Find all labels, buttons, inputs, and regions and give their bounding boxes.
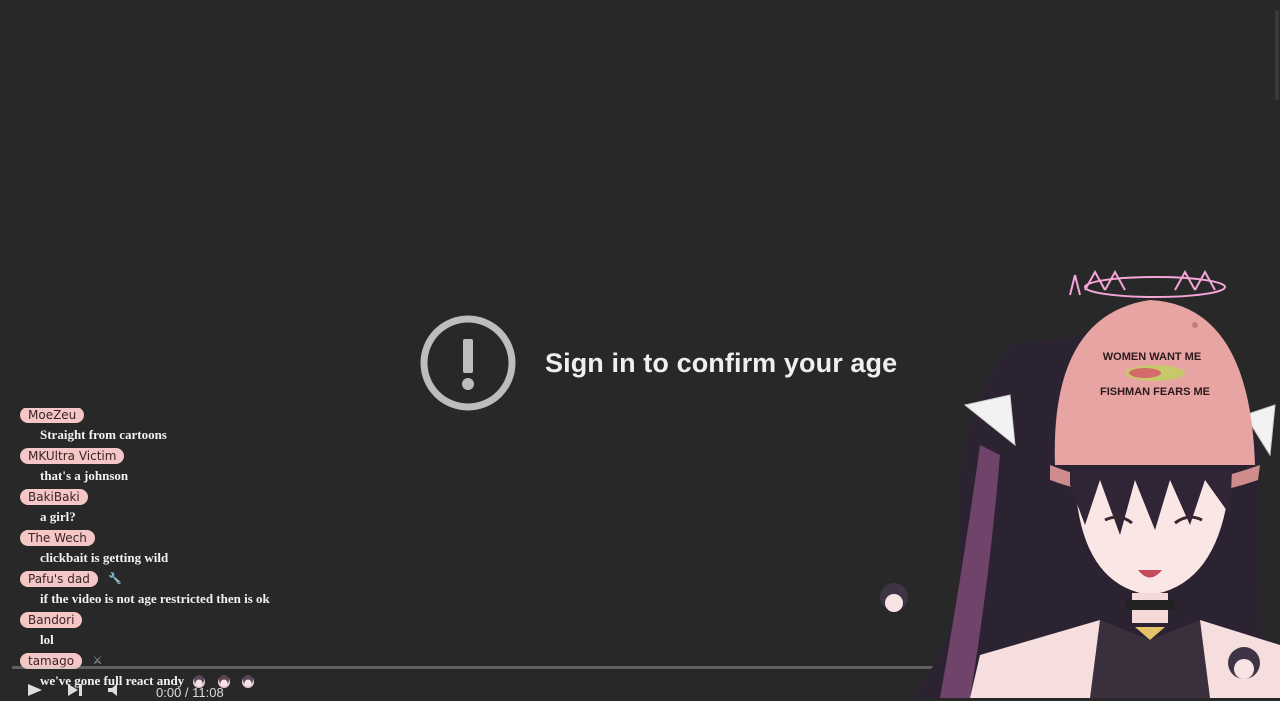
progress-bar[interactable] [12, 666, 1012, 669]
cap-text-line1: WOMEN WANT ME [1103, 351, 1201, 363]
video-player[interactable]: Sign in to confirm your age MoeZeu Strai… [0, 0, 1280, 701]
time-display: 0:00 / 11:08 [156, 684, 224, 700]
chat-author: MoeZeu [20, 408, 85, 423]
chat-message: Bandori lol [20, 611, 83, 648]
age-restriction-notice: Sign in to confirm your age [420, 315, 897, 411]
chat-message: MKUltra Victim that's a johnson [20, 447, 128, 484]
chat-message: Pafu's dad 🔧 if the video is not age res… [20, 570, 270, 607]
chat-text: Straight from cartoons [40, 427, 167, 442]
chat-author: MKUltra Victim [20, 448, 125, 464]
exclamation-circle-icon [420, 315, 516, 411]
chat-author: The Wech [20, 530, 95, 546]
chat-text: clickbait is getting wild [40, 550, 169, 565]
scrollbar[interactable] [1275, 10, 1279, 100]
chat-text: that's a johnson [40, 468, 129, 483]
chat-text: lol [40, 632, 54, 647]
chat-author: Bandori [20, 612, 83, 628]
next-icon[interactable] [68, 683, 82, 701]
chat-message: BakiBaki a girl? [20, 488, 88, 525]
volume-icon[interactable] [108, 683, 122, 701]
wrench-icon: 🔧 [108, 573, 122, 586]
chat-author: BakiBaki [20, 489, 88, 505]
chat-overlay: MoeZeu Straight from cartoons MKUltra Vi… [0, 408, 420, 698]
play-icon[interactable] [28, 683, 42, 701]
chat-text: a girl? [40, 509, 76, 524]
player-controls: 0:00 / 11:08 [28, 683, 224, 701]
chat-message: The Wech clickbait is getting wild [20, 529, 168, 566]
halo-decoration [1069, 269, 1226, 298]
chat-author: Pafu's dad [20, 571, 98, 587]
age-message: Sign in to confirm your age [545, 347, 898, 378]
chat-message: MoeZeu Straight from cartoons [20, 408, 167, 443]
emote-chibi [241, 675, 254, 689]
chat-text: if the video is not age restricted then … [40, 591, 270, 606]
cap-text-line2: FISHMAN FEARS ME [1100, 386, 1210, 398]
vtuber-avatar: WOMEN WANT ME FISHMAN FEARS ME [880, 269, 1280, 698]
